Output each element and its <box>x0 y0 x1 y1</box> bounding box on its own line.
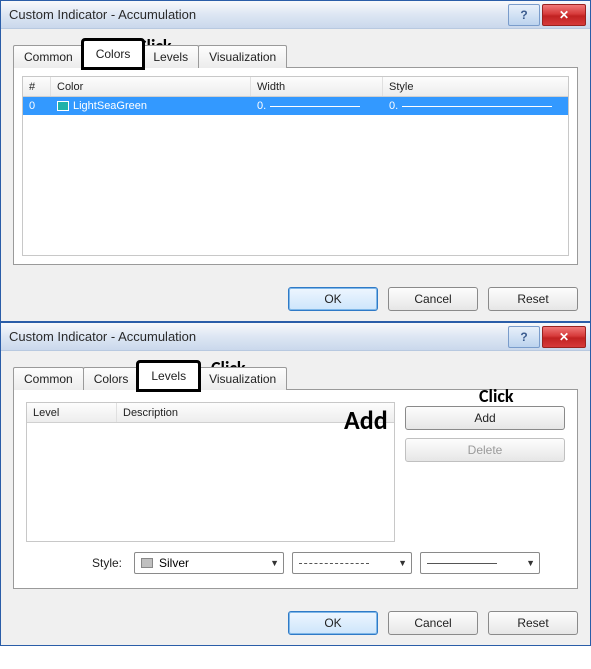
close-icon: ✕ <box>559 8 569 22</box>
style-row: Style: Silver ▼ ▼ ▼ <box>26 552 565 574</box>
delete-button[interactable]: Delete <box>405 438 565 462</box>
cell-width[interactable]: 0. <box>251 97 383 115</box>
window-title: Custom Indicator - Accumulation <box>9 329 508 344</box>
col-header-style[interactable]: Style <box>383 77 568 96</box>
col-header-level[interactable]: Level <box>27 403 117 422</box>
window-title: Custom Indicator - Accumulation <box>9 7 508 22</box>
cell-color-name: LightSeaGreen <box>73 100 147 112</box>
col-header-description[interactable]: Description <box>117 403 394 422</box>
dialog-footer: OK Cancel Reset <box>1 601 590 645</box>
tabstrip: Common Colors Levels Visualization <box>13 361 578 389</box>
tab-visualization[interactable]: Visualization <box>198 45 287 68</box>
tab-common[interactable]: Common <box>13 45 84 68</box>
tab-common[interactable]: Common <box>13 367 84 390</box>
levels-grid[interactable]: Level Description <box>26 402 395 542</box>
line-width-combo[interactable]: ▼ <box>420 552 540 574</box>
tab-levels[interactable]: Levels <box>138 362 199 390</box>
silver-swatch <box>141 558 153 568</box>
close-button[interactable]: ✕ <box>542 4 586 26</box>
cell-style[interactable]: 0. <box>383 97 568 115</box>
tab-colors[interactable]: Colors <box>83 367 140 390</box>
chevron-down-icon: ▼ <box>270 558 279 568</box>
tab-levels[interactable]: Levels <box>142 45 199 68</box>
col-header-number[interactable]: # <box>23 77 51 96</box>
close-button[interactable]: ✕ <box>542 326 586 348</box>
levels-panel: Click Add Level Description Add Delete S… <box>13 389 578 589</box>
chevron-down-icon: ▼ <box>398 558 407 568</box>
dialog-levels: Custom Indicator - Accumulation ? ✕ Clic… <box>0 322 591 646</box>
col-header-width[interactable]: Width <box>251 77 383 96</box>
solid-line-sample <box>427 563 497 564</box>
style-line-sample <box>402 106 552 107</box>
style-label: Style: <box>26 556 126 570</box>
style-color-combo[interactable]: Silver ▼ <box>134 552 284 574</box>
reset-button[interactable]: Reset <box>488 287 578 311</box>
ok-button[interactable]: OK <box>288 611 378 635</box>
dialog-footer: OK Cancel Reset <box>1 277 590 321</box>
cell-num: 0 <box>23 97 51 115</box>
colors-panel: # Color Width Style 0 LightSeaGreen 0. <box>13 67 578 265</box>
grid-header: # Color Width Style <box>23 77 568 97</box>
grid-row-0[interactable]: 0 LightSeaGreen 0. 0. <box>23 97 568 115</box>
reset-button[interactable]: Reset <box>488 611 578 635</box>
add-button[interactable]: Add <box>405 406 565 430</box>
width-line-sample <box>270 106 360 107</box>
line-pattern-combo[interactable]: ▼ <box>292 552 412 574</box>
tabstrip: Common Colors Levels Visualization <box>13 39 578 67</box>
tab-visualization[interactable]: Visualization <box>198 367 287 390</box>
close-icon: ✕ <box>559 330 569 344</box>
ok-button[interactable]: OK <box>288 287 378 311</box>
chevron-down-icon: ▼ <box>526 558 535 568</box>
dialog-colors: Custom Indicator - Accumulation ? ✕ Clic… <box>0 0 591 322</box>
color-swatch <box>57 101 69 111</box>
colors-grid[interactable]: # Color Width Style 0 LightSeaGreen 0. <box>22 76 569 256</box>
tab-colors[interactable]: Colors <box>83 40 144 68</box>
help-button[interactable]: ? <box>508 326 540 348</box>
levels-grid-header: Level Description <box>27 403 394 423</box>
cell-color[interactable]: LightSeaGreen <box>51 97 251 115</box>
titlebar[interactable]: Custom Indicator - Accumulation ? ✕ <box>1 1 590 29</box>
cancel-button[interactable]: Cancel <box>388 611 478 635</box>
cell-width-label: 0. <box>257 100 266 112</box>
col-header-color[interactable]: Color <box>51 77 251 96</box>
style-color-name: Silver <box>159 556 189 570</box>
cancel-button[interactable]: Cancel <box>388 287 478 311</box>
titlebar[interactable]: Custom Indicator - Accumulation ? ✕ <box>1 323 590 351</box>
cell-style-label: 0. <box>389 100 398 112</box>
help-button[interactable]: ? <box>508 4 540 26</box>
dashed-line-sample <box>299 563 369 564</box>
